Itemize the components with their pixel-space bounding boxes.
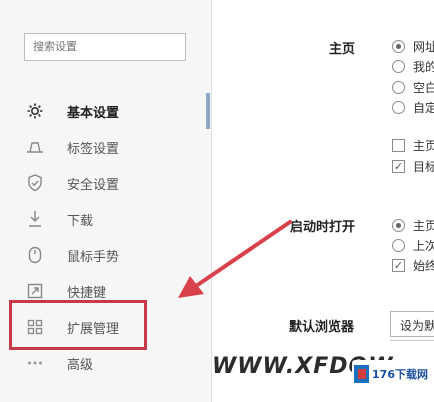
annotation-arrow [178,220,292,298]
watermark-logo-text: 176下载网 [372,368,428,381]
logo-badge-icon [354,365,370,383]
watermark-logo: 176下载网 [352,360,428,388]
